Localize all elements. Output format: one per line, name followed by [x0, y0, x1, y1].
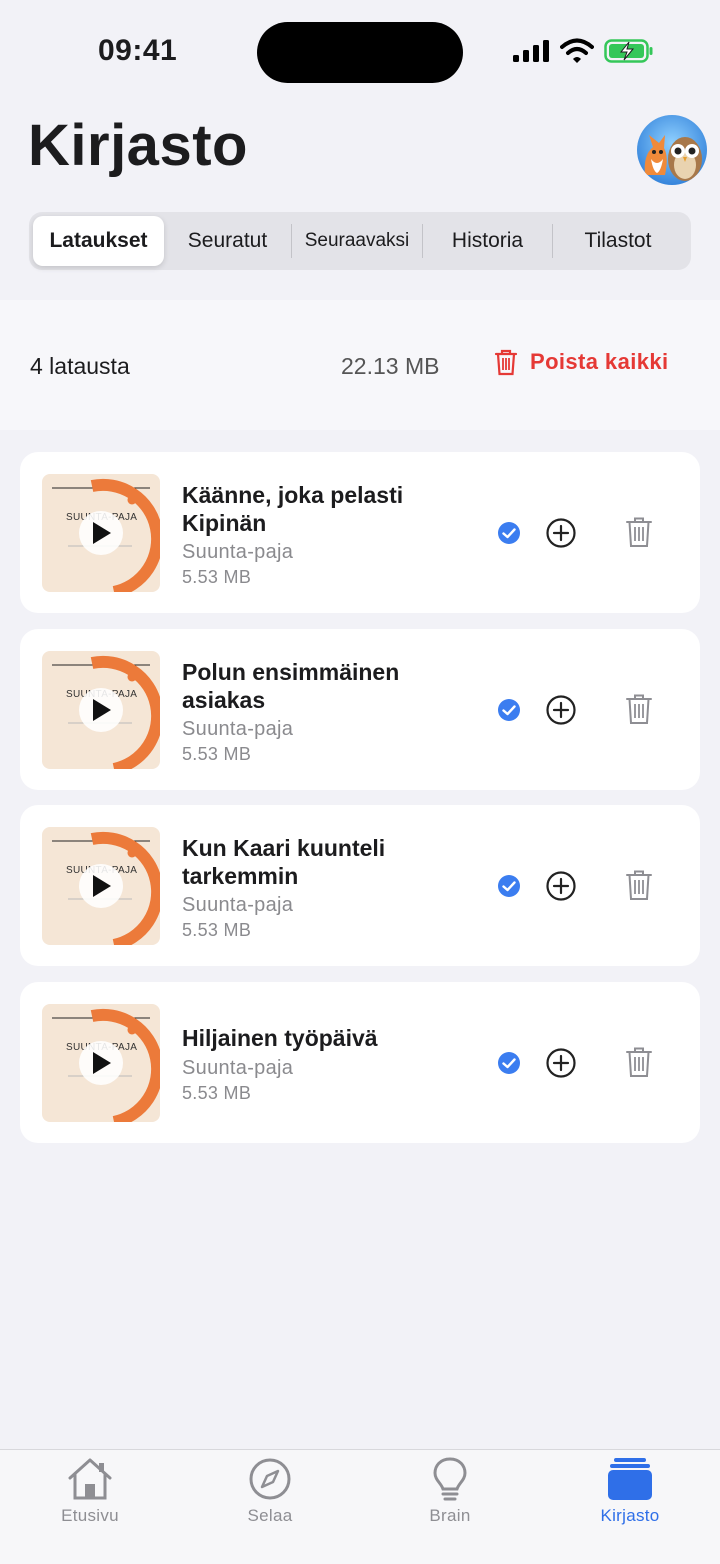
wifi-icon: [560, 38, 594, 63]
status-bar: 09:41: [0, 0, 720, 100]
episode-channel: Suunta-paja: [182, 541, 294, 563]
delete-episode-icon[interactable]: [624, 692, 654, 726]
delete-all-button[interactable]: Poista kaikki: [494, 348, 669, 376]
signal-icon: [513, 40, 549, 62]
delete-all-label: Poista kaikki: [530, 349, 669, 374]
download-count: 4 latausta: [30, 353, 130, 379]
download-card[interactable]: SUUNTA-PAJA Kun Kaari kuunteli tarkemmin…: [20, 805, 700, 966]
house-icon: [68, 1458, 112, 1500]
trash-icon: [494, 349, 518, 376]
download-card[interactable]: SUUNTA-PAJA Polun ensimmäinen asiakas Su…: [20, 629, 700, 790]
episode-thumbnail[interactable]: SUUNTA-PAJA: [42, 474, 160, 592]
episode-size: 5.53 MB: [182, 1083, 252, 1103]
library-segmented-control: Lataukset Seuratut Seuraavaksi Historia …: [29, 212, 691, 270]
battery-charging-icon: [604, 39, 653, 63]
segment-seuratut[interactable]: Seuratut: [164, 216, 291, 266]
play-icon: [93, 522, 111, 544]
episode-size: 5.53 MB: [182, 744, 252, 764]
episode-channel: Suunta-paja: [182, 894, 294, 916]
downloaded-check-icon: [498, 1052, 520, 1074]
downloaded-check-icon: [498, 875, 520, 897]
bottom-tab-bar: Etusivu Selaa Brain Kirjasto: [0, 1449, 720, 1564]
episode-channel: Suunta-paja: [182, 718, 294, 740]
play-icon: [93, 875, 111, 897]
lightbulb-icon: [433, 1457, 467, 1501]
download-card[interactable]: SUUNTA-PAJA Käänne, joka pelasti Kipinän…: [20, 452, 700, 613]
play-button[interactable]: [79, 864, 123, 908]
profile-avatar[interactable]: [637, 115, 707, 185]
add-to-queue-icon[interactable]: [545, 1047, 577, 1079]
play-icon: [93, 699, 111, 721]
status-icons: [512, 38, 654, 64]
page-title: Kirjasto: [28, 113, 248, 178]
downloaded-check-icon: [498, 522, 520, 544]
delete-episode-icon[interactable]: [624, 1045, 654, 1079]
delete-episode-icon[interactable]: [624, 868, 654, 902]
episode-title: Polun ensimmäinen asiakas: [182, 659, 400, 713]
segment-historia[interactable]: Historia: [423, 216, 552, 266]
total-size: 22.13 MB: [341, 353, 440, 379]
tab-etusivu[interactable]: Etusivu: [0, 1450, 180, 1550]
status-time: 09:41: [98, 34, 178, 67]
play-button[interactable]: [79, 1041, 123, 1085]
tab-kirjasto[interactable]: Kirjasto: [540, 1450, 720, 1550]
delete-episode-icon[interactable]: [624, 515, 654, 549]
tab-label: Brain: [429, 1506, 471, 1525]
episode-channel: Suunta-paja: [182, 1057, 294, 1079]
compass-icon: [249, 1458, 291, 1500]
play-button[interactable]: [79, 688, 123, 732]
add-to-queue-icon[interactable]: [545, 870, 577, 902]
downloaded-check-icon: [498, 699, 520, 721]
tab-selaa[interactable]: Selaa: [180, 1450, 360, 1550]
tab-label: Kirjasto: [600, 1506, 660, 1525]
fox-and-owl-avatar-icon: [637, 115, 707, 185]
episode-title: Kun Kaari kuunteli tarkemmin: [182, 835, 386, 889]
segment-tilastot[interactable]: Tilastot: [553, 216, 683, 266]
segment-seuraavaksi[interactable]: Seuraavaksi: [292, 216, 422, 266]
episode-size: 5.53 MB: [182, 920, 252, 940]
download-card[interactable]: SUUNTA-PAJA Hiljainen työpäivä Suunta-pa…: [20, 982, 700, 1143]
tab-brain[interactable]: Brain: [360, 1450, 540, 1550]
episode-size: 5.53 MB: [182, 567, 252, 587]
add-to-queue-icon[interactable]: [545, 694, 577, 726]
segment-lataukset[interactable]: Lataukset: [33, 216, 164, 266]
episode-thumbnail[interactable]: SUUNTA-PAJA: [42, 827, 160, 945]
downloads-summary: 4 latausta 22.13 MB Poista kaikki: [0, 300, 720, 430]
play-icon: [93, 1052, 111, 1074]
episode-thumbnail[interactable]: SUUNTA-PAJA: [42, 651, 160, 769]
episode-title: Hiljainen työpäivä: [182, 1025, 378, 1051]
play-button[interactable]: [79, 511, 123, 555]
episode-title: Käänne, joka pelasti Kipinän: [182, 482, 404, 536]
episode-thumbnail[interactable]: SUUNTA-PAJA: [42, 1004, 160, 1122]
add-to-queue-icon[interactable]: [545, 517, 577, 549]
dynamic-island: [257, 22, 463, 83]
tab-label: Etusivu: [61, 1506, 119, 1525]
tab-label: Selaa: [247, 1506, 293, 1525]
library-stack-icon: [608, 1458, 652, 1500]
